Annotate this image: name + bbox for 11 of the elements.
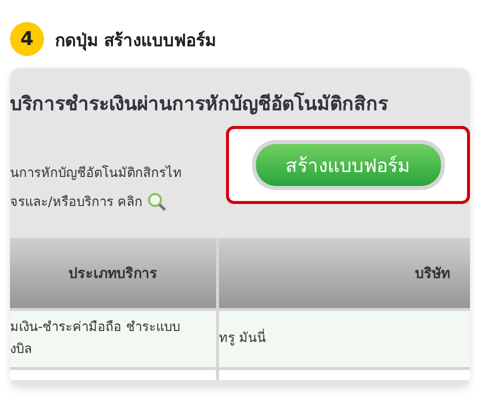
step-number: 4	[10, 22, 44, 56]
create-form-button[interactable]: สร้างแบบฟอร์ม	[252, 140, 444, 190]
column-header: บริษัท	[219, 238, 470, 308]
table-cell: มเงิน-ชำระค่ามือถือ ชำระแบบ งบิล	[10, 311, 216, 367]
column-header: ประเภทบริการ	[10, 238, 216, 308]
service-title: บริการชำระเงินผ่านการหักบัญชีอัตโนมัติกสิกร	[10, 91, 390, 117]
search-icon[interactable]	[146, 192, 167, 212]
description-text: นการหักบัญชีอัตโนมัติกสิกรไท	[10, 164, 182, 183]
description-text: จรและ/หรือบริการ คลิก	[10, 194, 143, 212]
step-title: กดปุ่ม สร้างแบบฟอร์ม	[55, 30, 216, 52]
table-cell: ทรู มันนี่	[219, 311, 470, 367]
